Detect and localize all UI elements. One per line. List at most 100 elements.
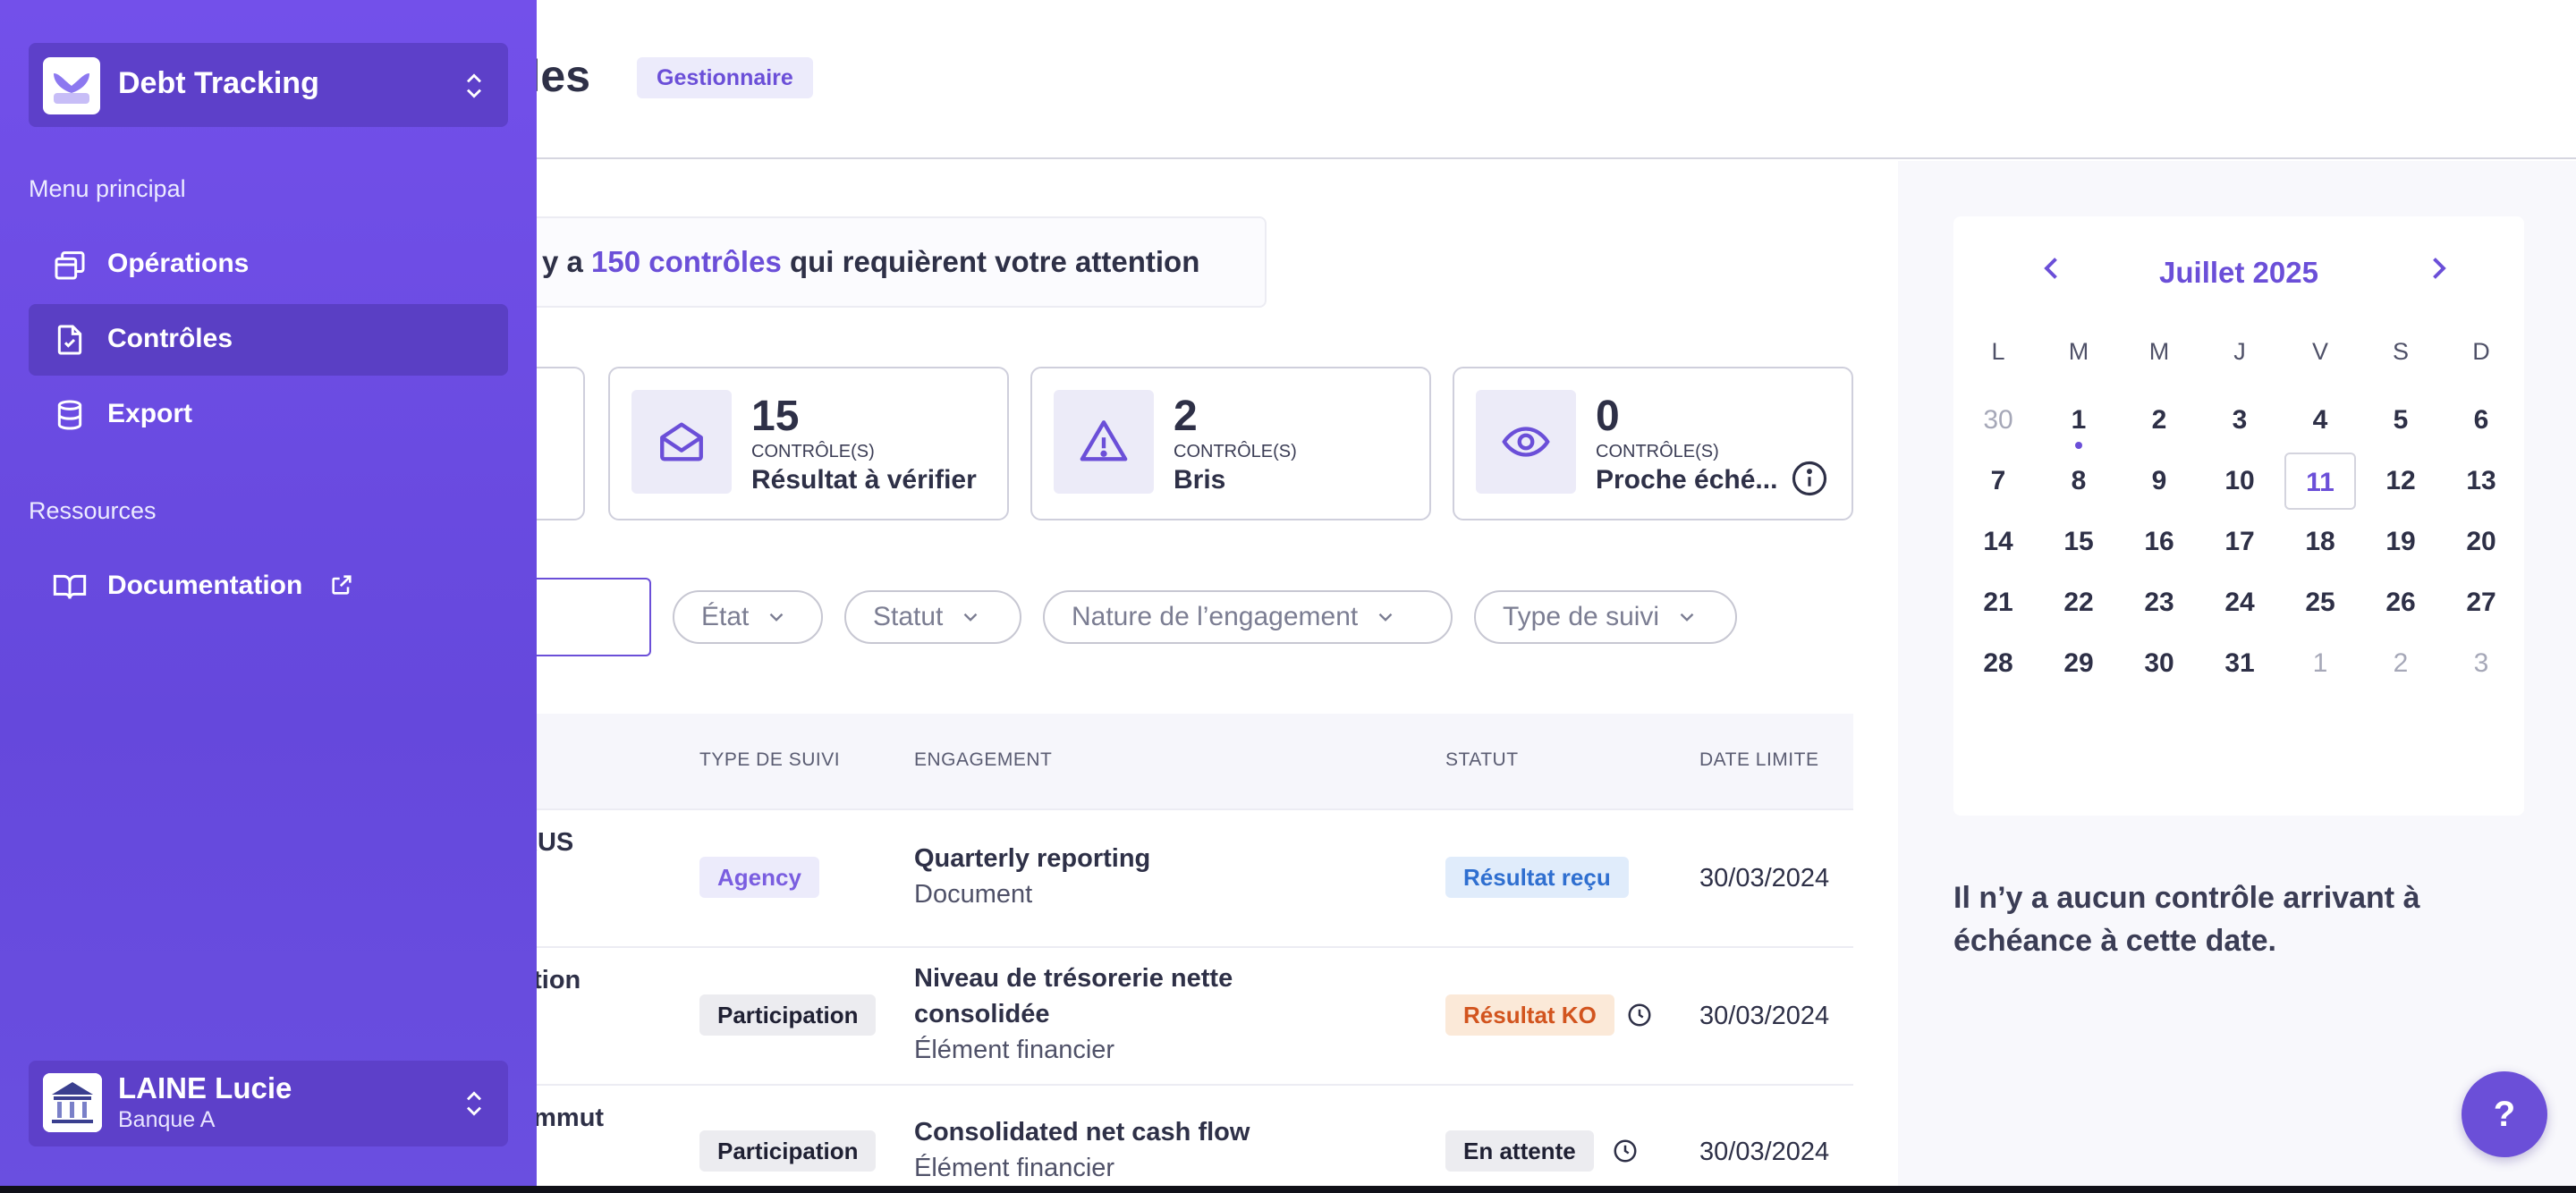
stat-card-verify[interactable]: 15 CONTRÔLE(S) Résultat à vérifier bbox=[608, 367, 1009, 520]
calendar-day[interactable]: 3 bbox=[2445, 635, 2517, 692]
due-date: 30/03/2024 bbox=[1699, 1002, 1830, 1030]
document-check-icon bbox=[57, 325, 82, 355]
stat-label: Résultat à vérifier bbox=[751, 465, 977, 495]
weekday-label: M bbox=[2068, 338, 2089, 365]
type-tag: Participation bbox=[699, 994, 877, 1036]
weekday-label: M bbox=[2148, 338, 2170, 365]
calendar: Juillet 2025 L M M J V S D 30 1 2 3 4 5 6 7 8 9 10 11 12 13 1… bbox=[1953, 216, 2524, 816]
calendar-day[interactable]: 3 bbox=[2204, 392, 2275, 449]
calendar-day[interactable]: 29 bbox=[2043, 635, 2114, 692]
calendar-day[interactable]: 19 bbox=[2365, 513, 2436, 571]
calendar-day[interactable]: 31 bbox=[2204, 635, 2275, 692]
engagement-name: Consolidated net cash flow bbox=[914, 1118, 1250, 1146]
filter-type-suivi[interactable]: Type de suivi bbox=[1474, 590, 1737, 644]
avatar bbox=[43, 1073, 102, 1132]
filter-etat[interactable]: État bbox=[673, 590, 823, 644]
sidebar-item-documentation[interactable]: Documentation bbox=[29, 551, 508, 622]
chevron-updown-icon bbox=[467, 73, 481, 98]
calendar-day[interactable]: 18 bbox=[2284, 513, 2356, 571]
weekday-label: D bbox=[2472, 338, 2490, 365]
sidebar-item-label: Documentation bbox=[107, 571, 303, 600]
calendar-day[interactable]: 22 bbox=[2043, 574, 2114, 631]
calendar-day[interactable]: 9 bbox=[2123, 453, 2195, 510]
attention-suffix: qui requièrent votre attention bbox=[781, 245, 1200, 278]
calendar-day[interactable]: 25 bbox=[2284, 574, 2356, 631]
column-header[interactable]: TYPE DE SUIVI bbox=[699, 749, 840, 771]
calendar-day[interactable]: 8 bbox=[2043, 453, 2114, 510]
calendar-day[interactable]: 30 bbox=[2123, 635, 2195, 692]
engagement-type: Élément financier bbox=[914, 1154, 1115, 1182]
calendar-day[interactable]: 15 bbox=[2043, 513, 2114, 571]
column-header[interactable]: STATUT bbox=[1445, 749, 1519, 771]
operations-icon bbox=[55, 251, 85, 280]
calendar-day[interactable]: 10 bbox=[2204, 453, 2275, 510]
row-divider bbox=[501, 946, 1853, 948]
type-tag: Agency bbox=[699, 857, 819, 898]
app-switcher[interactable]: Debt Tracking bbox=[29, 43, 508, 127]
weekday-label: V bbox=[2311, 338, 2328, 365]
calendar-day[interactable]: 12 bbox=[2365, 453, 2436, 510]
clock-icon bbox=[1628, 1003, 1651, 1027]
chevron-down-icon bbox=[1680, 613, 1694, 622]
attention-count[interactable]: 150 contrôles bbox=[591, 245, 782, 278]
weekday-label: S bbox=[2392, 338, 2409, 365]
stat-label: Bris bbox=[1174, 465, 1226, 495]
calendar-day[interactable]: 2 bbox=[2123, 392, 2195, 449]
sidebar-item-controles[interactable]: Contrôles bbox=[29, 304, 508, 376]
sidebar-drawer: Debt Tracking Menu principal Opérations … bbox=[0, 0, 537, 1193]
user-switcher[interactable]: LAINE Lucie Banque A bbox=[29, 1061, 508, 1146]
column-header[interactable]: DATE LIMITE bbox=[1699, 749, 1818, 771]
engagement-type: Document bbox=[914, 880, 1033, 909]
calendar-day[interactable]: 26 bbox=[2365, 574, 2436, 631]
calendar-day[interactable]: 1 bbox=[2284, 635, 2356, 692]
calendar-day[interactable]: 13 bbox=[2445, 453, 2517, 510]
stat-count: 2 bbox=[1174, 393, 1198, 440]
sidebar-item-label: Export bbox=[107, 399, 193, 428]
calendar-day[interactable]: 7 bbox=[1962, 453, 2034, 510]
calendar-day[interactable]: 6 bbox=[2445, 392, 2517, 449]
sidebar-item-label: Contrôles bbox=[107, 324, 233, 353]
calendar-day[interactable]: 24 bbox=[2204, 574, 2275, 631]
filter-nature[interactable]: Nature de l’engagement bbox=[1043, 590, 1453, 644]
column-header[interactable]: ENGAGEMENT bbox=[914, 749, 1052, 771]
calendar-day[interactable]: 20 bbox=[2445, 513, 2517, 571]
status-badge: Résultat reçu bbox=[1445, 857, 1629, 898]
calendar-day[interactable]: 14 bbox=[1962, 513, 2034, 571]
sidebar-item-export[interactable]: Export bbox=[29, 379, 508, 451]
app-logo bbox=[43, 57, 100, 114]
attention-prefix: y a bbox=[542, 245, 592, 278]
chevron-right-icon[interactable] bbox=[2422, 252, 2454, 284]
external-link-icon bbox=[332, 575, 352, 595]
screen-bottom-edge bbox=[0, 1186, 2576, 1193]
calendar-day[interactable]: 23 bbox=[2123, 574, 2195, 631]
stat-card-breach[interactable]: 2 CONTRÔLE(S) Bris bbox=[1030, 367, 1431, 520]
chevron-updown-icon bbox=[467, 1091, 481, 1116]
calendar-day[interactable]: 4 bbox=[2284, 392, 2356, 449]
calendar-day[interactable]: 2 bbox=[2365, 635, 2436, 692]
user-organization: Banque A bbox=[118, 1107, 216, 1132]
filter-label: Statut bbox=[873, 602, 944, 631]
type-tag: Participation bbox=[699, 1130, 877, 1172]
help-button[interactable]: ? bbox=[2462, 1071, 2547, 1157]
section-label-resources: Ressources bbox=[29, 497, 157, 524]
calendar-day[interactable]: 28 bbox=[1962, 635, 2034, 692]
calendar-day[interactable]: 16 bbox=[2123, 513, 2195, 571]
chevron-down-icon bbox=[964, 613, 978, 622]
calendar-day[interactable]: 27 bbox=[2445, 574, 2517, 631]
calendar-day[interactable]: 5 bbox=[2365, 392, 2436, 449]
calendar-day[interactable]: 30 bbox=[1962, 392, 2034, 449]
stat-card-due-soon[interactable]: 0 CONTRÔLE(S) Proche éché... bbox=[1453, 367, 1853, 520]
attention-banner: y a 150 contrôles qui requièrent votre a… bbox=[501, 216, 1267, 308]
chevron-down-icon bbox=[770, 613, 784, 622]
calendar-day[interactable]: 21 bbox=[1962, 574, 2034, 631]
calendar-day[interactable]: 11 bbox=[2284, 453, 2356, 510]
app-name: Debt Tracking bbox=[118, 66, 319, 100]
status-badge: En attente bbox=[1445, 1130, 1594, 1172]
sidebar-item-operations[interactable]: Opérations bbox=[29, 229, 508, 300]
info-icon[interactable] bbox=[1791, 460, 1828, 497]
filter-statut[interactable]: Statut bbox=[844, 590, 1021, 644]
role-badge: Gestionnaire bbox=[637, 57, 813, 98]
calendar-day[interactable]: 17 bbox=[2204, 513, 2275, 571]
sidebar-item-label: Opérations bbox=[107, 249, 250, 278]
calendar-day[interactable]: 1 bbox=[2043, 392, 2114, 449]
